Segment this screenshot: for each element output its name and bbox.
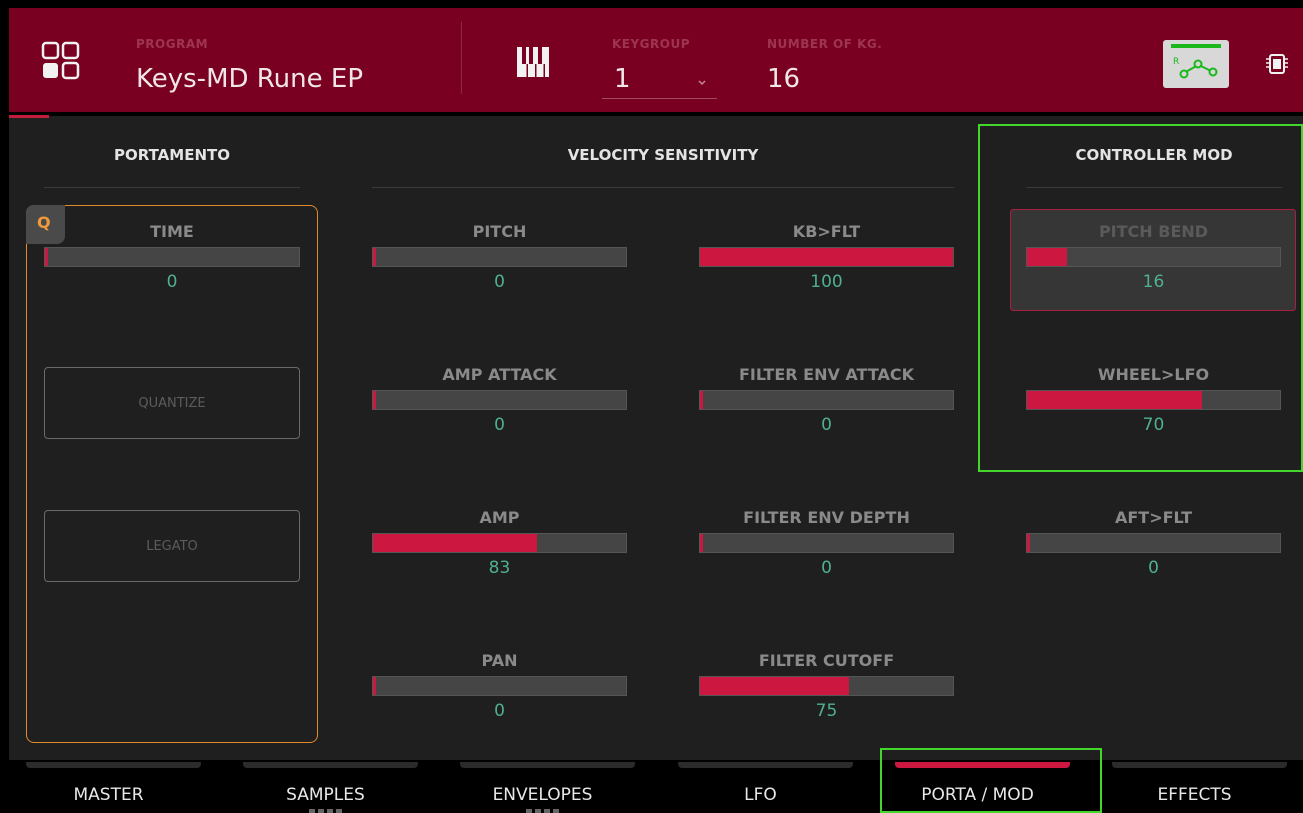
filter-cutoff-param[interactable]: FILTER CUTOFF 75 [699, 651, 954, 725]
filter-env-depth-param[interactable]: FILTER ENV DEPTH 0 [699, 508, 954, 582]
filter-env-depth-fill [700, 534, 703, 552]
kb-flt-fill [700, 248, 953, 266]
pitch-value: 0 [494, 272, 505, 292]
amp-attack-value: 0 [494, 415, 505, 435]
tab-samples[interactable]: SAMPLES [217, 785, 434, 805]
pan-fill [373, 677, 376, 695]
porta-mod-tab-highlight [880, 748, 1102, 813]
kb-flt-param[interactable]: KB>FLT 100 [699, 222, 954, 296]
tab-master[interactable]: MASTER [0, 785, 217, 805]
filter-env-attack-value: 0 [821, 415, 832, 435]
routing-button[interactable]: R [1163, 40, 1229, 88]
amp-attack-slider[interactable] [372, 390, 627, 410]
routing-icon: R [1173, 57, 1218, 79]
pitch-slider[interactable] [372, 247, 627, 267]
keygroup-select[interactable]: 1 [614, 64, 631, 94]
velocity-rule [372, 187, 954, 188]
aft-flt-slider[interactable] [1026, 533, 1281, 553]
pitch-param[interactable]: PITCH 0 [372, 222, 627, 296]
amp-label: AMP [479, 508, 520, 527]
time-slider[interactable] [44, 247, 300, 267]
pan-value: 0 [494, 701, 505, 721]
tab-strip-envelopes [460, 762, 635, 768]
page-indicator [9, 115, 49, 118]
program-label: PROGRAM [136, 37, 209, 51]
tab-more-indicator [526, 809, 560, 813]
tab-strip-master [26, 762, 201, 768]
kb-flt-label: KB>FLT [792, 222, 861, 241]
header-bar [9, 8, 1303, 112]
quantize-button[interactable]: QUANTIZE [44, 367, 300, 439]
tab-strip-effects [1112, 762, 1287, 768]
pitch-fill [373, 248, 376, 266]
filter-env-attack-label: FILTER ENV ATTACK [738, 365, 915, 384]
aft-flt-fill [1027, 534, 1030, 552]
header-divider [461, 22, 462, 94]
time-value: 0 [166, 272, 178, 292]
filter-cutoff-label: FILTER CUTOFF [758, 651, 895, 670]
portamento-title: PORTAMENTO [113, 146, 230, 164]
kb-flt-value: 100 [810, 272, 843, 292]
tab-strip-lfo [678, 762, 853, 768]
num-kg-value: 16 [767, 64, 801, 94]
tab-effects[interactable]: EFFECTS [1086, 785, 1303, 805]
filter-env-attack-slider[interactable] [699, 390, 954, 410]
filter-env-depth-slider[interactable] [699, 533, 954, 553]
amp-value: 83 [488, 558, 511, 578]
pan-slider[interactable] [372, 676, 627, 696]
pitch-label: PITCH [472, 222, 527, 241]
aft-flt-label: AFT>FLT [1114, 508, 1193, 527]
time-label: TIME [150, 222, 194, 241]
keygroup-underline [602, 98, 717, 99]
filter-env-attack-fill [700, 391, 703, 409]
pan-label: PAN [481, 651, 518, 670]
tab-strip-samples [243, 762, 418, 768]
amp-attack-param[interactable]: AMP ATTACK 0 [372, 365, 627, 439]
pan-param[interactable]: PAN 0 [372, 651, 627, 725]
portamento-rule [44, 187, 300, 188]
svg-text:R: R [1173, 57, 1179, 67]
velocity-title: VELOCITY SENSITIVITY [567, 146, 759, 164]
num-kg-label: NUMBER OF KG. [767, 37, 883, 51]
aft-flt-value: 0 [1148, 558, 1159, 578]
piano-keys-icon[interactable] [516, 46, 550, 78]
amp-attack-label: AMP ATTACK [442, 365, 557, 384]
filter-env-depth-label: FILTER ENV DEPTH [743, 508, 910, 527]
amp-slider[interactable] [372, 533, 627, 553]
chip-icon[interactable] [1264, 51, 1290, 77]
filter-env-depth-value: 0 [821, 558, 832, 578]
pads-grid-icon[interactable] [41, 41, 81, 81]
kb-flt-slider[interactable] [699, 247, 954, 267]
aft-flt-param[interactable]: AFT>FLT 0 [1026, 508, 1281, 582]
filter-cutoff-slider[interactable] [699, 676, 954, 696]
tab-lfo[interactable]: LFO [652, 785, 869, 805]
tab-envelopes[interactable]: ENVELOPES [434, 785, 651, 805]
legato-button[interactable]: LEGATO [44, 510, 300, 582]
chevron-down-icon[interactable] [697, 72, 707, 86]
amp-param[interactable]: AMP 83 [372, 508, 627, 582]
controller-mod-highlight [978, 124, 1303, 472]
program-name[interactable]: Keys-MD Rune EP [136, 64, 363, 94]
amp-attack-fill [373, 391, 376, 409]
tab-more-indicator [309, 809, 343, 813]
filter-cutoff-value: 75 [815, 701, 838, 721]
amp-fill [373, 534, 538, 552]
keygroup-label: KEYGROUP [612, 37, 691, 51]
time-param[interactable]: TIME 0 [44, 222, 300, 296]
filter-cutoff-fill [700, 677, 850, 695]
filter-env-attack-param[interactable]: FILTER ENV ATTACK 0 [699, 365, 954, 439]
